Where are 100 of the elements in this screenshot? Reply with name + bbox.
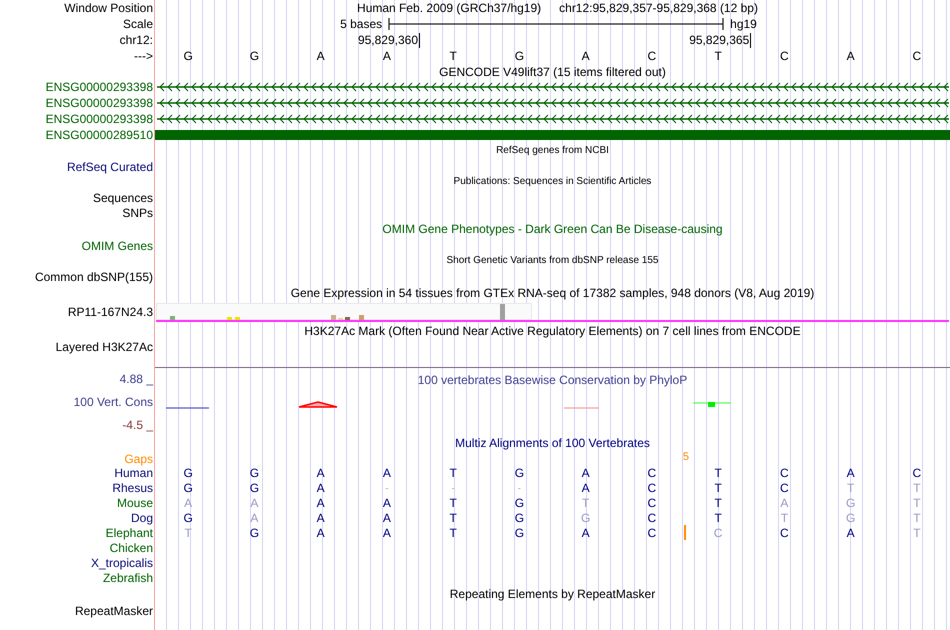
base-letter: A bbox=[582, 480, 590, 494]
track-title: Repeating Elements by RepeatMasker bbox=[450, 587, 656, 601]
track-label[interactable]: RP11-167N24.3 bbox=[68, 305, 153, 319]
gene-label[interactable]: ENSG00000293398 bbox=[46, 96, 153, 110]
track-label[interactable]: Layered H3K27Ac bbox=[56, 340, 153, 354]
base-letter: G bbox=[846, 496, 856, 510]
assembly-name: hg19 bbox=[730, 17, 757, 31]
base-letter: G bbox=[250, 480, 260, 494]
base-letter: A bbox=[780, 496, 788, 510]
track-title: Short Genetic Variants from dbSNP release 155 bbox=[446, 254, 658, 268]
track-label[interactable]: Rhesus bbox=[112, 480, 153, 494]
base-letter: C bbox=[912, 466, 922, 480]
base-letter: T bbox=[714, 466, 722, 480]
coordinate-label: 95,829,365 bbox=[689, 32, 752, 48]
base-letter: T bbox=[913, 526, 921, 540]
base-letter: G bbox=[183, 49, 193, 63]
base-letter: A bbox=[846, 466, 855, 480]
base-letter: G bbox=[250, 49, 260, 63]
base-letter: C bbox=[780, 466, 789, 480]
base-letter: A bbox=[582, 49, 590, 63]
base-letter: T bbox=[449, 526, 457, 540]
track-label[interactable]: Common dbSNP(155) bbox=[34, 270, 153, 284]
track-title: OMIM Gene Phenotypes - Dark Green Can Be Disease-causing bbox=[382, 222, 723, 236]
track-label[interactable]: Zebrafish bbox=[102, 570, 153, 584]
scale-text: 5 bases bbox=[340, 17, 382, 31]
base-letter: G bbox=[183, 466, 193, 480]
base-letter: - bbox=[385, 482, 388, 494]
base-letter: A bbox=[846, 526, 855, 540]
track-label[interactable]: Human bbox=[114, 466, 153, 480]
base-letter: T bbox=[449, 510, 457, 524]
base-letter: - bbox=[518, 482, 521, 494]
track-label[interactable]: X_tropicalis bbox=[90, 556, 153, 570]
track-label[interactable]: SNPs bbox=[122, 206, 153, 220]
track-label[interactable]: Dog bbox=[130, 510, 153, 524]
base-letter: C bbox=[648, 526, 656, 540]
base-letter: C bbox=[648, 496, 656, 510]
base-letter: T bbox=[913, 496, 921, 510]
base-letter: C bbox=[648, 480, 656, 494]
base-letter: A bbox=[250, 510, 258, 524]
track-title: RefSeq genes from NCBI bbox=[496, 144, 609, 158]
track-label[interactable]: RepeatMasker bbox=[74, 604, 153, 618]
track-label[interactable]: Mouse bbox=[116, 496, 153, 510]
base-letter: T bbox=[714, 480, 722, 494]
track-label[interactable]: OMIM Genes bbox=[82, 238, 153, 252]
base-letter: A bbox=[316, 480, 325, 494]
track-label[interactable]: Elephant bbox=[106, 526, 153, 540]
strand-label: ---> bbox=[134, 49, 153, 63]
base-letter: T bbox=[449, 496, 457, 510]
base-letter: T bbox=[913, 510, 921, 524]
base-letter: T bbox=[846, 480, 854, 494]
track-title: Gene Expression in 54 tissues from GTEx RNA-seq of 17382 samples, 948 donors (V8, Aug 2019) bbox=[290, 286, 814, 300]
gene-label[interactable]: ENSG00000293398 bbox=[46, 80, 153, 94]
track-title: Multiz Alignments of 100 Vertebrates bbox=[455, 436, 650, 450]
track-label: Scale bbox=[122, 17, 153, 31]
base-letter: C bbox=[780, 526, 789, 540]
base-letter: A bbox=[250, 496, 258, 510]
base-letter: T bbox=[714, 510, 722, 524]
base-letter: C bbox=[648, 510, 656, 524]
track-label: chr12: bbox=[120, 33, 153, 47]
coordinate-label: 95,829,360 bbox=[358, 32, 420, 48]
base-letter: T bbox=[184, 526, 192, 540]
track-title: GENCODE V49lift37 (15 items filtered out) bbox=[439, 64, 666, 78]
track-title: 100 vertebrates Basewise Conservation by PhyloP bbox=[418, 373, 688, 387]
gene-label[interactable]: ENSG00000293398 bbox=[46, 112, 153, 126]
base-letter: G bbox=[846, 510, 856, 524]
track-label[interactable]: RefSeq Curated bbox=[66, 160, 153, 174]
gap-count: 5 bbox=[682, 451, 689, 463]
base-letter: G bbox=[183, 480, 193, 494]
base-letter: - bbox=[452, 482, 455, 494]
base-letter: T bbox=[780, 510, 788, 524]
base-letter: A bbox=[184, 496, 192, 510]
base-letter: A bbox=[316, 496, 325, 510]
base-letter: C bbox=[780, 49, 789, 63]
base-letter: C bbox=[714, 526, 722, 540]
base-letter: A bbox=[846, 49, 855, 63]
base-letter: A bbox=[316, 526, 325, 540]
base-letter: G bbox=[514, 49, 524, 63]
track-label[interactable]: Sequences bbox=[92, 190, 153, 204]
assembly-text: Human Feb. 2009 (GRCh37/hg19) bbox=[357, 1, 542, 15]
base-letter: G bbox=[183, 510, 193, 524]
base-letter: G bbox=[514, 510, 524, 524]
base-letter: A bbox=[382, 526, 391, 540]
base-letter: C bbox=[912, 49, 922, 63]
base-letter: A bbox=[382, 510, 391, 524]
base-letter: G bbox=[250, 526, 260, 540]
track-title: Publications: Sequences in Scientific Articles bbox=[454, 175, 652, 189]
base-letter: C bbox=[648, 466, 656, 480]
gene-label[interactable]: ENSG00000289510 bbox=[46, 128, 153, 142]
track-label[interactable]: Chicken bbox=[110, 540, 153, 554]
base-letter: A bbox=[382, 466, 391, 480]
base-letter: G bbox=[250, 466, 260, 480]
base-letter: C bbox=[648, 49, 656, 63]
position-text: chr12:95,829,357-95,829,368 (12 bp) bbox=[559, 1, 758, 15]
base-letter: A bbox=[382, 49, 391, 63]
base-letter: T bbox=[582, 496, 590, 510]
track-title: H3K27Ac Mark (Often Found Near Active Regulatory Elements) on 7 cell lines from ENCODE bbox=[304, 324, 801, 338]
base-letter: A bbox=[382, 496, 391, 510]
base-letter: T bbox=[449, 466, 457, 480]
base-letter: A bbox=[316, 466, 325, 480]
track-label[interactable]: 100 Vert. Cons bbox=[74, 395, 153, 409]
